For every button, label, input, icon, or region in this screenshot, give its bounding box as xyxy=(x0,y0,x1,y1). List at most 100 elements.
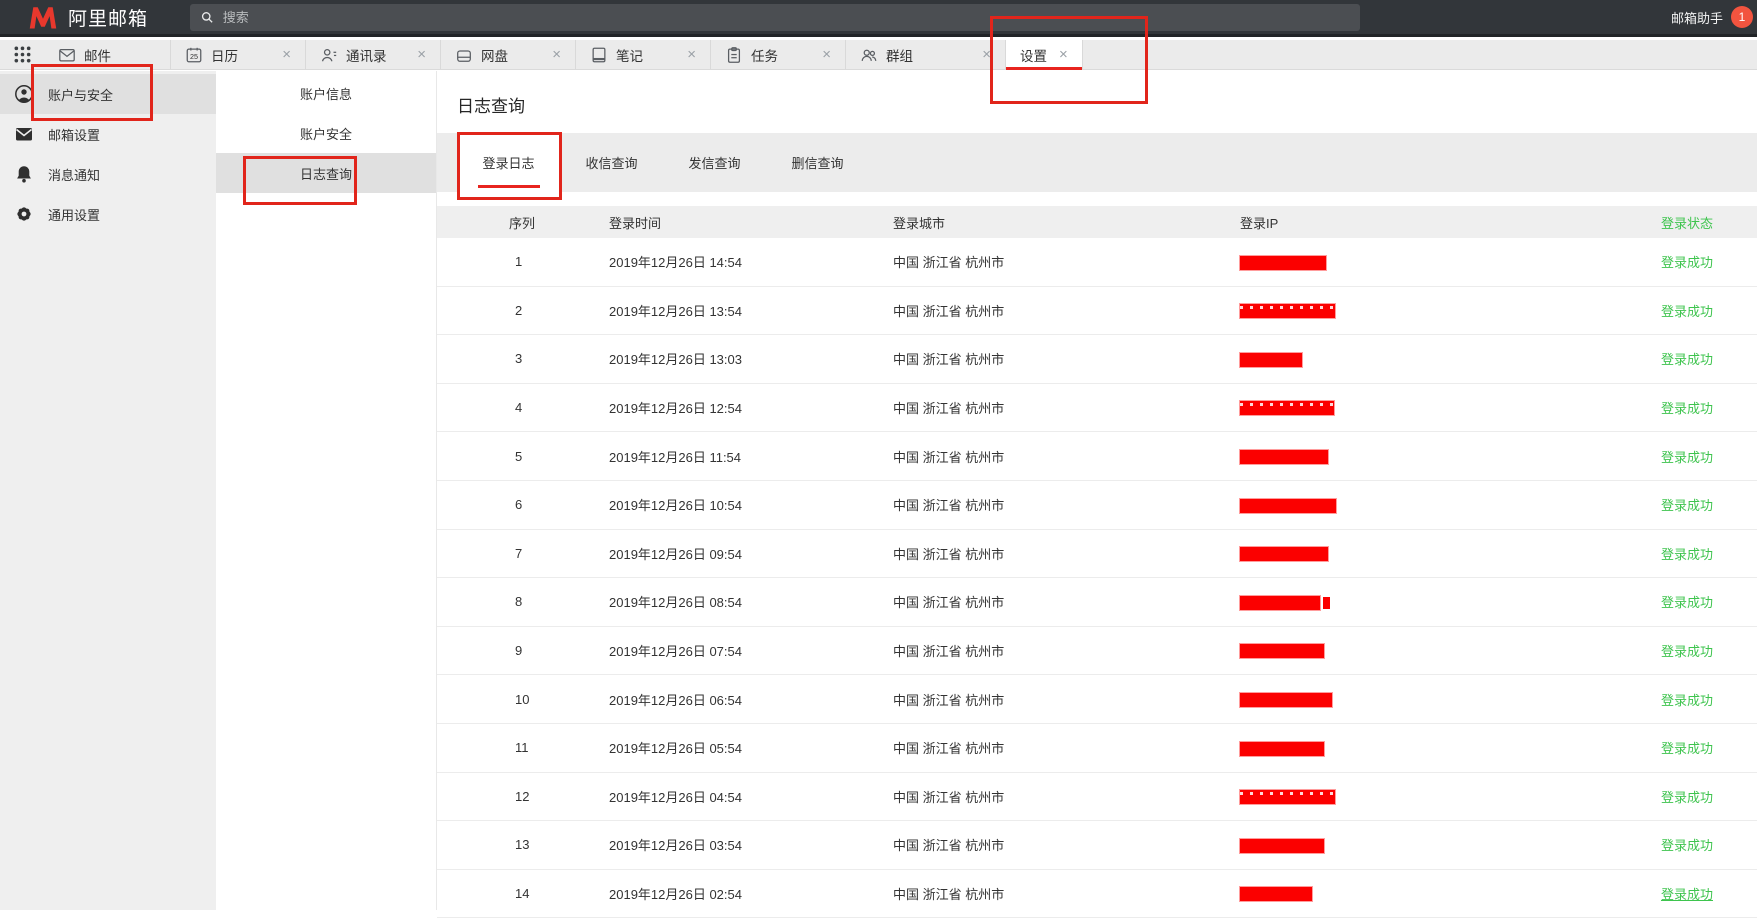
app-tab-邮件[interactable]: 邮件 xyxy=(44,40,171,69)
active-tab-underline xyxy=(478,185,540,188)
table-body: 1 2019年12月26日 14:54 中国 浙江省 杭州市 登录成功 2 20… xyxy=(437,238,1757,918)
cell-seq: 6 xyxy=(509,497,609,512)
ip-redaction-block xyxy=(1240,499,1336,513)
query-tab-删信查询[interactable]: 删信查询 xyxy=(766,133,869,192)
nav-item-账户安全[interactable]: 账户安全 xyxy=(216,113,436,153)
close-icon[interactable]: × xyxy=(548,45,565,64)
grid-icon xyxy=(13,45,32,64)
notification-badge[interactable]: 1 xyxy=(1731,6,1753,28)
close-icon[interactable]: × xyxy=(278,45,295,64)
calendar-icon xyxy=(185,46,203,64)
cell-login-ip xyxy=(1240,886,1660,902)
app-tab-label: 群组 xyxy=(886,45,913,65)
cell-login-time: 2019年12月26日 14:54 xyxy=(609,252,893,271)
table-row: 9 2019年12月26日 07:54 中国 浙江省 杭州市 登录成功 xyxy=(437,627,1757,676)
settings-sidebar: 账户与安全 邮箱设置 消息通知 通用设置 xyxy=(0,71,216,910)
brand: 阿里邮箱 xyxy=(0,4,190,31)
column-header-time: 登录时间 xyxy=(609,213,893,232)
cell-login-city: 中国 浙江省 杭州市 xyxy=(893,641,1240,660)
ip-redaction-block xyxy=(1240,596,1320,610)
ip-redaction-block xyxy=(1240,693,1332,707)
sidebar-item-通用设置[interactable]: 通用设置 xyxy=(0,194,216,234)
nav-item-日志查询[interactable]: 日志查询 xyxy=(216,153,436,193)
log-query-panel: 日志查询 登录日志 收信查询 发信查询 删信查询 序列 登录时间 登录城市 登录… xyxy=(437,70,1757,910)
app-tab-笔记[interactable]: 笔记 × xyxy=(576,40,711,69)
nav-item-label: 账户安全 xyxy=(300,124,352,143)
cell-seq: 8 xyxy=(509,594,609,609)
cell-login-city: 中国 浙江省 杭州市 xyxy=(893,252,1240,271)
cell-seq: 7 xyxy=(509,546,609,561)
cell-seq: 4 xyxy=(509,400,609,415)
query-tab-登录日志[interactable]: 登录日志 xyxy=(457,133,560,192)
table-row: 8 2019年12月26日 08:54 中国 浙江省 杭州市 登录成功 xyxy=(437,578,1757,627)
cell-login-ip xyxy=(1240,448,1660,464)
table-row: 7 2019年12月26日 09:54 中国 浙江省 杭州市 登录成功 xyxy=(437,530,1757,579)
app-tab-label: 日历 xyxy=(211,45,238,65)
app-tab-网盘[interactable]: 网盘 × xyxy=(441,40,576,69)
query-tab-label: 删信查询 xyxy=(791,153,843,172)
nav-item-label: 日志查询 xyxy=(300,164,352,183)
cell-login-time: 2019年12月26日 06:54 xyxy=(609,690,893,709)
column-header-ip: 登录IP xyxy=(1240,213,1660,232)
table-row: 13 2019年12月26日 03:54 中国 浙江省 杭州市 登录成功 xyxy=(437,821,1757,870)
contacts-icon xyxy=(320,46,338,64)
table-row: 3 2019年12月26日 13:03 中国 浙江省 杭州市 登录成功 xyxy=(437,335,1757,384)
sidebar-item-消息通知[interactable]: 消息通知 xyxy=(0,154,216,194)
cell-login-city: 中国 浙江省 杭州市 xyxy=(893,447,1240,466)
cell-login-time: 2019年12月26日 07:54 xyxy=(609,641,893,660)
app-tab-label: 邮件 xyxy=(84,45,111,65)
table-row: 6 2019年12月26日 10:54 中国 浙江省 杭州市 登录成功 xyxy=(437,481,1757,530)
cell-login-status: 登录成功 xyxy=(1660,690,1713,709)
close-icon[interactable]: × xyxy=(683,45,700,64)
ip-redaction-block xyxy=(1240,353,1302,367)
cell-login-city: 中国 浙江省 杭州市 xyxy=(893,398,1240,417)
query-tab-收信查询[interactable]: 收信查询 xyxy=(560,133,663,192)
app-tab-任务[interactable]: 任务 × xyxy=(711,40,846,69)
query-tab-发信查询[interactable]: 发信查询 xyxy=(663,133,766,192)
close-icon[interactable]: × xyxy=(818,45,835,64)
close-icon[interactable]: × xyxy=(1055,45,1072,64)
cell-login-time: 2019年12月26日 08:54 xyxy=(609,592,893,611)
cell-seq: 11 xyxy=(509,740,609,755)
nav-item-label: 账户信息 xyxy=(300,84,352,103)
app-tab-label: 网盘 xyxy=(481,45,508,65)
app-tab-群组[interactable]: 群组 × xyxy=(846,40,1006,69)
cell-seq: 2 xyxy=(509,303,609,318)
table-row: 4 2019年12月26日 12:54 中国 浙江省 杭州市 登录成功 xyxy=(437,384,1757,433)
search-input[interactable] xyxy=(223,10,1350,25)
ip-redaction-block xyxy=(1240,304,1335,318)
close-icon[interactable]: × xyxy=(413,45,430,64)
sidebar-item-label: 通用设置 xyxy=(48,205,100,224)
sidebar-item-label: 账户与安全 xyxy=(48,85,113,104)
sidebar-item-邮箱设置[interactable]: 邮箱设置 xyxy=(0,114,216,154)
cell-login-ip xyxy=(1240,400,1660,416)
close-icon[interactable]: × xyxy=(978,45,995,64)
cell-login-status: 登录成功 xyxy=(1660,398,1713,417)
app-launcher-button[interactable] xyxy=(0,40,44,69)
app-tab-label: 任务 xyxy=(751,45,778,65)
mail-assistant-link[interactable]: 邮箱助手 xyxy=(1671,8,1723,27)
search-icon xyxy=(200,10,215,25)
column-header-city: 登录城市 xyxy=(893,213,1240,232)
nav-item-账户信息[interactable]: 账户信息 xyxy=(216,73,436,113)
cell-login-time: 2019年12月26日 12:54 xyxy=(609,398,893,417)
cell-seq: 14 xyxy=(509,886,609,901)
top-bar: 阿里邮箱 邮箱助手 1 xyxy=(0,0,1757,37)
cell-login-status: 登录成功 xyxy=(1660,301,1713,320)
search-box[interactable] xyxy=(190,4,1360,31)
general-settings-icon xyxy=(14,204,34,224)
sidebar-item-账户与安全[interactable]: 账户与安全 xyxy=(0,74,216,114)
app-tab-label: 通讯录 xyxy=(346,45,387,65)
cell-login-status: 登录成功 xyxy=(1660,641,1713,660)
app-tab-日历[interactable]: 日历 × xyxy=(171,40,306,69)
table-row: 5 2019年12月26日 11:54 中国 浙江省 杭州市 登录成功 xyxy=(437,432,1757,481)
cell-login-city: 中国 浙江省 杭州市 xyxy=(893,787,1240,806)
cell-login-ip xyxy=(1240,351,1660,367)
cell-login-city: 中国 浙江省 杭州市 xyxy=(893,835,1240,854)
cell-login-time: 2019年12月26日 09:54 xyxy=(609,544,893,563)
app-tab-设置[interactable]: 设置 × xyxy=(1006,40,1083,69)
app-tab-通讯录[interactable]: 通讯录 × xyxy=(306,40,441,69)
table-row: 12 2019年12月26日 04:54 中国 浙江省 杭州市 登录成功 xyxy=(437,773,1757,822)
cell-login-time: 2019年12月26日 13:54 xyxy=(609,301,893,320)
sidebar-item-label: 消息通知 xyxy=(48,165,100,184)
